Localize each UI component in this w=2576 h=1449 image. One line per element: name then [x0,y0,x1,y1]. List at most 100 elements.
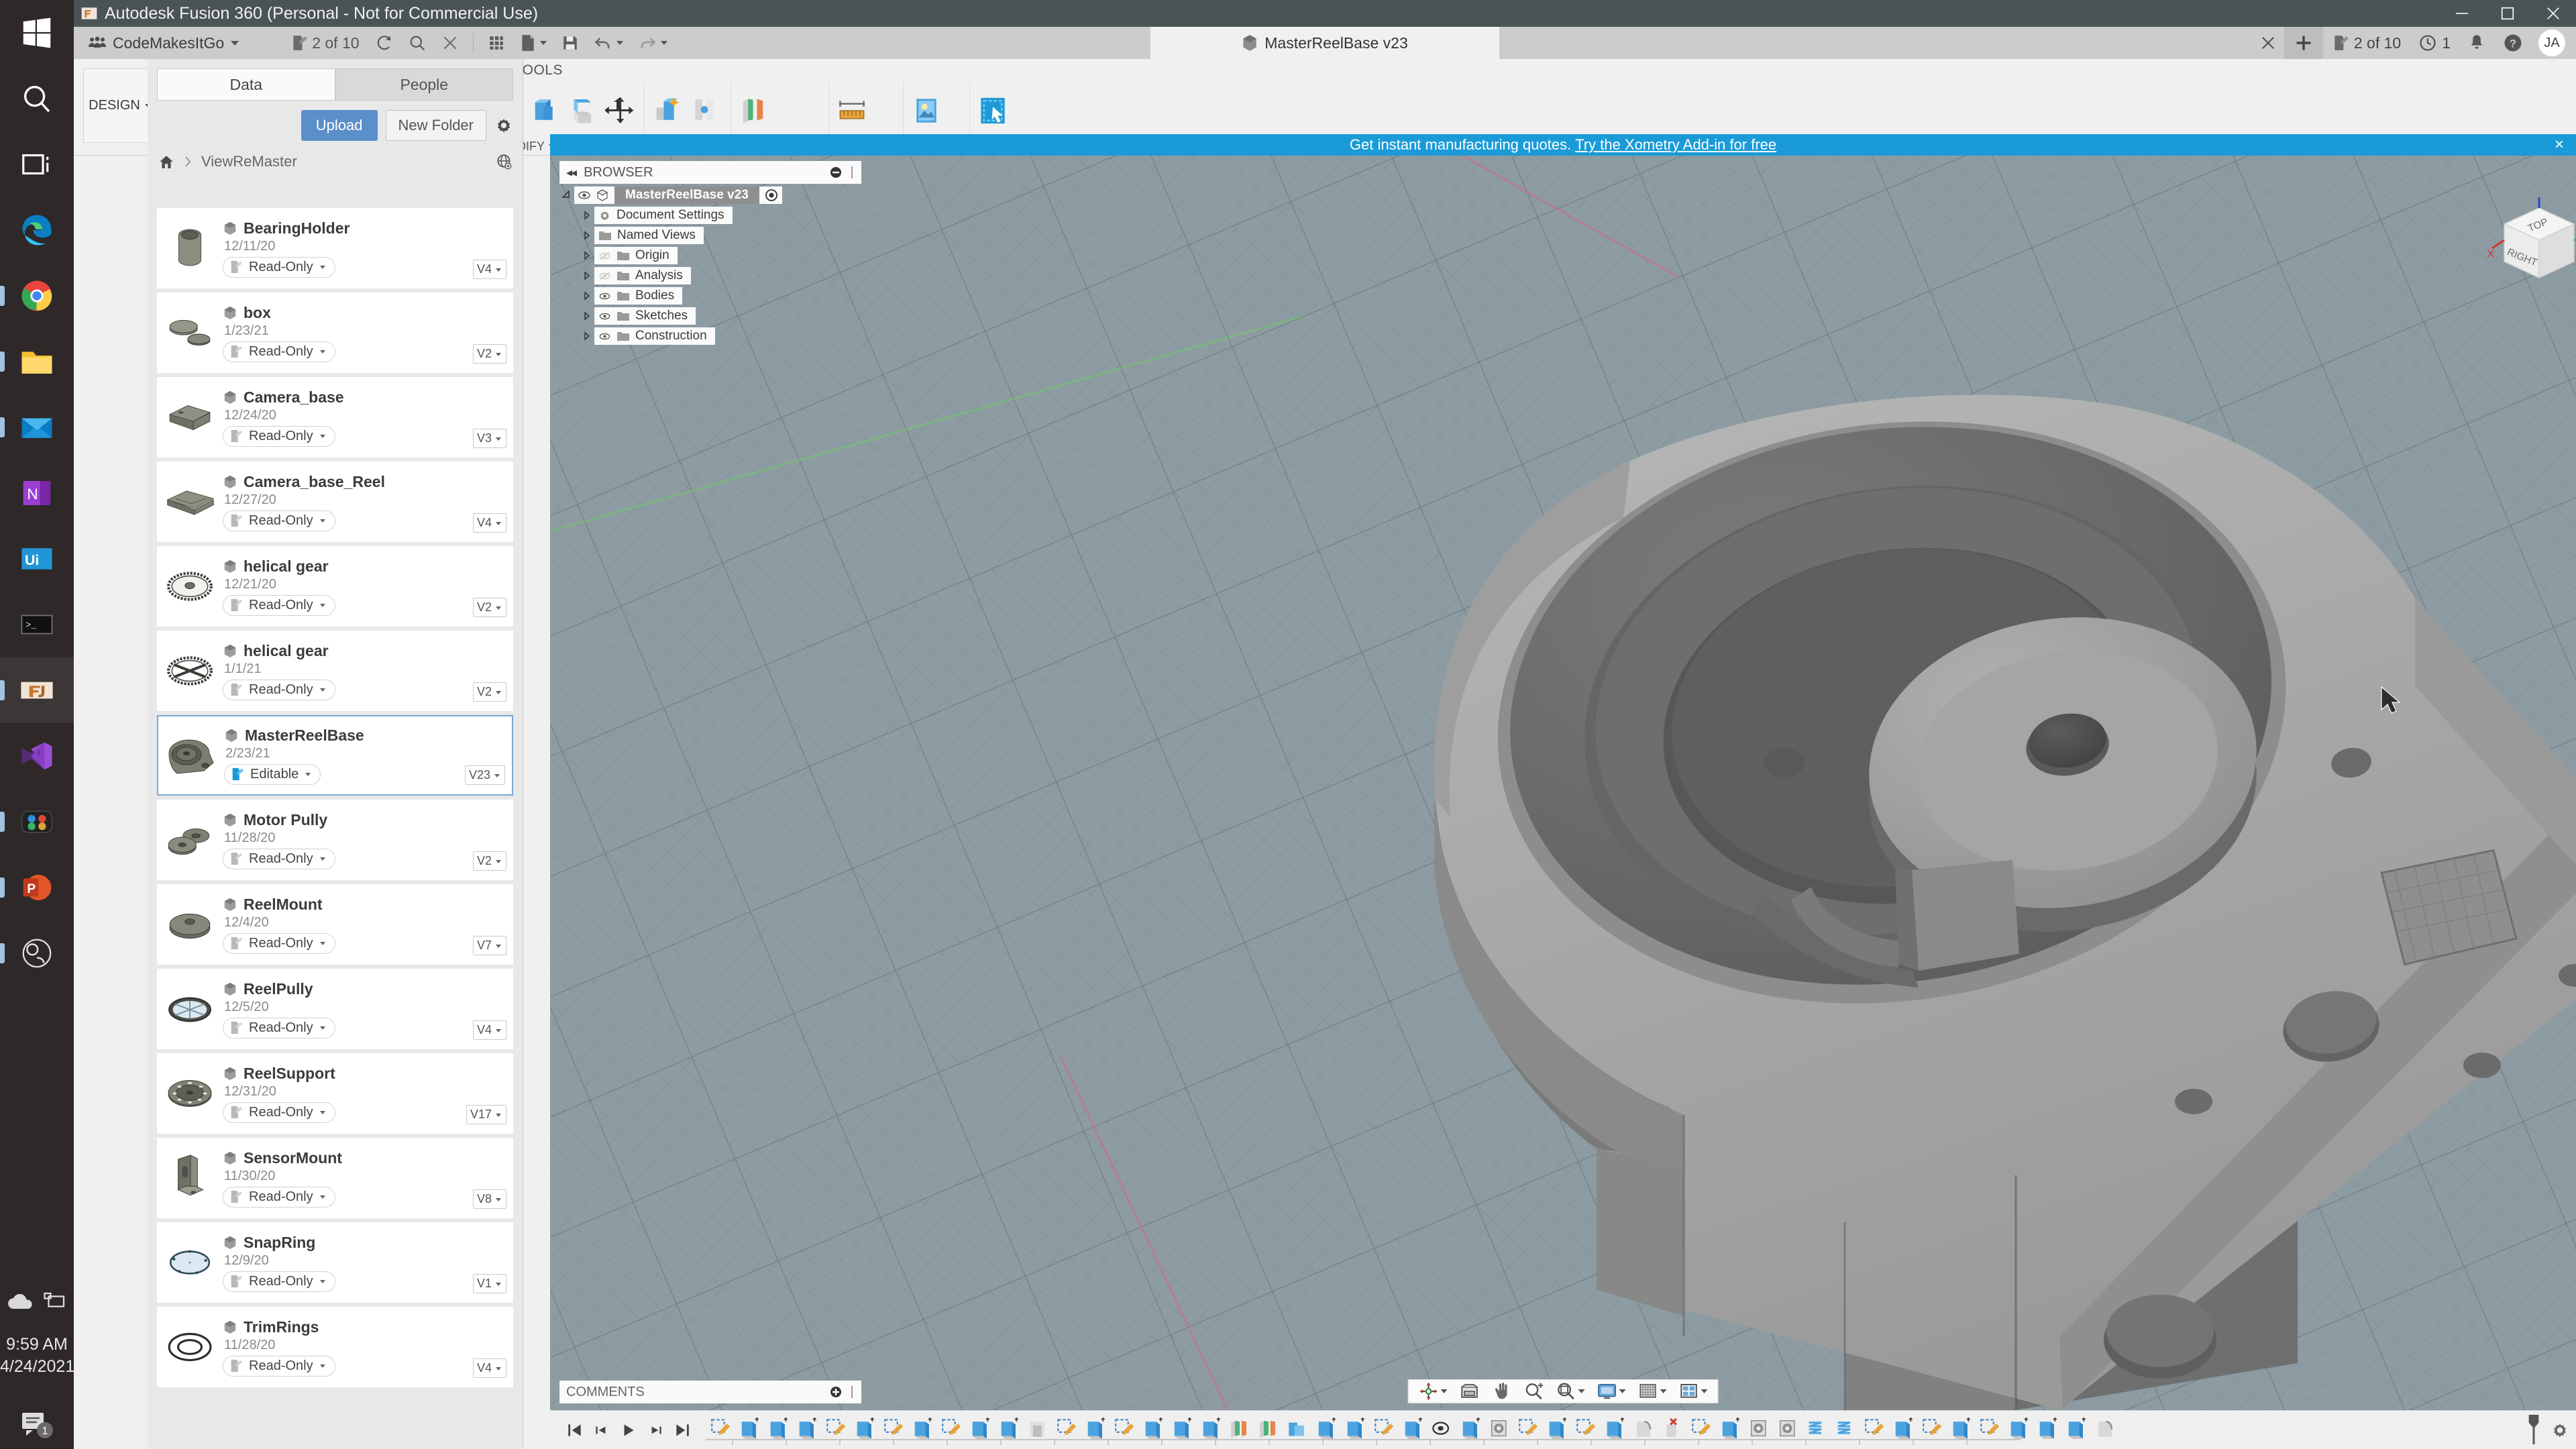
file-menu-button[interactable] [513,27,554,59]
timeline-feature[interactable] [2033,1415,2061,1446]
file-row[interactable]: helical gear1/1/21Read-OnlyV2 [157,631,513,711]
file-version-dropdown[interactable]: V4 [473,513,506,533]
split-face-icon[interactable] [566,90,600,131]
file-row[interactable]: Camera_base_Reel12/27/20Read-OnlyV4 [157,462,513,542]
file-version-dropdown[interactable]: V1 [473,1274,506,1293]
file-permission-dropdown[interactable]: Read-Only [223,1018,335,1038]
tree-node-root[interactable]: MasterReelBase v23 [559,186,861,204]
home-icon[interactable] [158,154,174,169]
avatar[interactable]: JA [2538,30,2565,56]
maximize-button[interactable] [2485,0,2530,27]
add-comment-icon[interactable] [829,1385,843,1399]
file-permission-dropdown[interactable]: Read-Only [223,511,335,531]
chevron-down-icon[interactable] [1619,1389,1626,1393]
timeline-feature[interactable] [2090,1415,2119,1446]
file-permission-dropdown[interactable]: Read-Only [223,1356,335,1377]
move-copy-icon[interactable] [603,90,638,131]
grid-snap-icon[interactable] [1633,1380,1672,1403]
file-row[interactable]: ReelSupport12/31/20Read-OnlyV17 [157,1053,513,1134]
file-version-dropdown[interactable]: V17 [466,1105,506,1124]
tab-data[interactable]: Data [157,68,335,101]
file-permission-dropdown[interactable]: Read-Only [223,257,335,278]
close-button[interactable] [2530,0,2576,27]
step-back-icon[interactable] [593,1421,610,1439]
tree-node-construction[interactable]: Construction [559,327,861,345]
comments-panel[interactable]: COMMENTS [559,1381,861,1403]
expand-arrow-icon[interactable] [580,211,594,220]
visual-studio-icon[interactable] [0,723,74,789]
new-folder-button[interactable]: New Folder [386,110,486,141]
display-settings-icon[interactable] [1593,1380,1631,1403]
fit-icon[interactable] [1552,1380,1590,1403]
play-icon[interactable] [620,1421,637,1439]
file-list[interactable]: BearingHolder12/11/20Read-OnlyV4box1/23/… [148,208,523,1449]
chevron-down-icon[interactable] [1441,1389,1448,1393]
file-row[interactable]: SnapRing12/9/20Read-OnlyV1 [157,1222,513,1303]
timeline-extrude-icon[interactable] [2036,1417,2059,1444]
file-row-selected[interactable]: MasterReelBase2/23/21EditableV23 [157,715,513,796]
file-permission-dropdown[interactable]: Read-Only [223,1187,335,1208]
file-version-dropdown[interactable]: V23 [465,765,505,785]
terminal-icon[interactable]: >_ [0,592,74,657]
upload-button[interactable]: Upload [301,110,378,141]
timeline-settings-button[interactable] [2542,1421,2569,1440]
ui-path-icon[interactable]: Ui [0,526,74,592]
file-permission-dropdown[interactable]: Read-Only [223,595,335,616]
search-icon[interactable] [0,66,74,131]
tree-node-analysis[interactable]: Analysis [559,267,861,284]
look-at-icon[interactable] [1455,1380,1485,1403]
file-row[interactable]: BearingHolder12/11/20Read-OnlyV4 [157,208,513,288]
viewport-layout-icon[interactable] [1674,1380,1713,1403]
file-permission-dropdown[interactable]: Editable [224,764,321,785]
expand-arrow-icon[interactable] [580,271,594,280]
windows-start-icon[interactable] [0,0,74,66]
help-button[interactable]: ? [2494,27,2532,59]
chevron-down-icon[interactable] [1701,1389,1708,1393]
cloud-icon[interactable] [6,1291,36,1311]
hub-selector[interactable]: CodeMakesItGo [83,32,244,55]
eye-off-icon[interactable] [598,250,611,262]
file-permission-dropdown[interactable]: Read-Only [223,341,335,362]
file-explorer-icon[interactable] [0,329,74,394]
network-icon[interactable] [44,1291,68,1311]
orbit-icon[interactable] [1414,1380,1452,1403]
workspace-switcher[interactable]: DESIGN [83,68,157,143]
close-data-panel-button[interactable] [434,27,466,59]
save-counter[interactable]: 2 of 10 [283,27,366,59]
go-to-beginning-icon[interactable] [566,1421,584,1439]
file-row[interactable]: Motor Pully11/28/20Read-OnlyV2 [157,800,513,880]
eye-icon[interactable] [598,290,611,302]
document-tab-active[interactable]: MasterReelBase v23 [1150,27,1499,59]
file-version-dropdown[interactable]: V4 [473,1358,506,1378]
file-version-dropdown[interactable]: V4 [473,1020,506,1040]
eye-off-icon[interactable] [598,270,611,282]
step-forward-icon[interactable] [647,1421,664,1439]
globe-icon[interactable] [496,153,513,170]
redo-button[interactable] [631,27,675,59]
expand-arrow-icon[interactable] [580,251,594,260]
combine-icon[interactable] [528,90,563,131]
edge-icon[interactable] [0,197,74,263]
davinci-resolve-icon[interactable] [0,789,74,855]
tree-node-named-views[interactable]: Named Views [559,227,861,244]
system-tray[interactable] [0,1291,74,1311]
search-button[interactable] [400,27,434,59]
jobs-status[interactable]: 2 of 10 [2323,27,2410,59]
obs-icon[interactable] [0,920,74,986]
go-to-end-icon[interactable] [674,1421,691,1439]
notifications-button[interactable] [2459,27,2494,59]
zoom-icon[interactable] [1519,1380,1549,1403]
onenote-icon[interactable]: N [0,460,74,526]
offset-plane-icon[interactable] [737,90,771,131]
timeline-end-marker[interactable] [2526,1415,2541,1448]
expand-arrow-icon[interactable] [580,231,594,240]
expand-arrow-icon[interactable] [580,331,594,341]
file-row[interactable]: box1/23/21Read-OnlyV2 [157,292,513,373]
fusion360-icon[interactable] [0,657,74,723]
file-version-dropdown[interactable]: V2 [473,344,506,364]
joint-icon[interactable] [687,90,722,131]
new-component-icon[interactable] [649,90,684,131]
banner-close-icon[interactable]: × [2555,136,2564,154]
notification-center-button[interactable]: 1 [0,1406,74,1441]
measure-icon[interactable] [835,90,869,131]
